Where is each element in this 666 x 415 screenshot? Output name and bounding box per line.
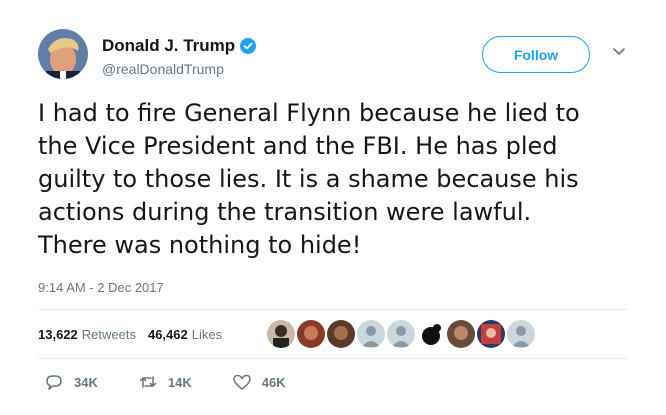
- liker-avatar[interactable]: [387, 320, 415, 348]
- divider: [38, 358, 628, 359]
- tweet-line: guilty to those lies. It is a shame beca…: [38, 165, 579, 193]
- tweet-timestamp[interactable]: 9:14 AM - 2 Dec 2017: [38, 280, 164, 295]
- follow-button[interactable]: Follow: [482, 36, 590, 73]
- retweet-count: 13,622: [38, 327, 78, 342]
- like-label: Likes: [191, 327, 223, 342]
- liker-avatar[interactable]: [267, 320, 295, 348]
- reply-button[interactable]: 34K: [44, 372, 98, 392]
- retweet-label: Retweets: [81, 327, 136, 342]
- liker-avatar[interactable]: [327, 320, 355, 348]
- retweet-button[interactable]: 14K: [138, 372, 192, 392]
- divider: [38, 309, 628, 310]
- chevron-down-icon[interactable]: [612, 44, 626, 58]
- retweet-icon: [139, 376, 157, 388]
- tweet-text: I had to fire General Flynn because he l…: [38, 97, 638, 262]
- retweet-action-count: 14K: [167, 374, 192, 390]
- liker-avatar[interactable]: [417, 320, 445, 348]
- retweets-stat[interactable]: 13,622 Retweets: [38, 327, 136, 342]
- like-action-count: 46K: [261, 374, 286, 390]
- reply-count: 34K: [74, 374, 98, 390]
- likes-stat[interactable]: 46,462 Likes: [148, 327, 222, 342]
- liker-avatar[interactable]: [357, 320, 385, 348]
- likers-avatars: [267, 320, 537, 348]
- avatar[interactable]: [38, 29, 88, 79]
- tweet-line: actions during the transition were lawfu…: [38, 198, 532, 226]
- liker-avatar[interactable]: [447, 320, 475, 348]
- liker-avatar[interactable]: [507, 320, 535, 348]
- like-button[interactable]: 46K: [232, 372, 286, 392]
- tweet-line: I had to fire General Flynn because he l…: [38, 99, 580, 127]
- liker-avatar[interactable]: [477, 320, 505, 348]
- like-count: 46,462: [147, 327, 188, 342]
- tweet-line: the Vice President and the FBI. He has p…: [38, 132, 558, 160]
- tweet-line: There was nothing to hide!: [38, 231, 362, 259]
- tweet-stats: 13,622 Retweets 46,462 Likes: [38, 327, 234, 342]
- reply-icon: [46, 375, 62, 390]
- heart-icon: [232, 374, 251, 390]
- tweet-author: Donald J. Trump @realDonaldTrump: [102, 36, 257, 77]
- author-name[interactable]: Donald J. Trump: [102, 36, 235, 56]
- tweet-actions: 34K 14K 46K: [44, 372, 326, 392]
- liker-avatar[interactable]: [297, 320, 325, 348]
- author-handle[interactable]: @realDonaldTrump: [102, 61, 256, 77]
- verified-badge-icon: [240, 38, 257, 54]
